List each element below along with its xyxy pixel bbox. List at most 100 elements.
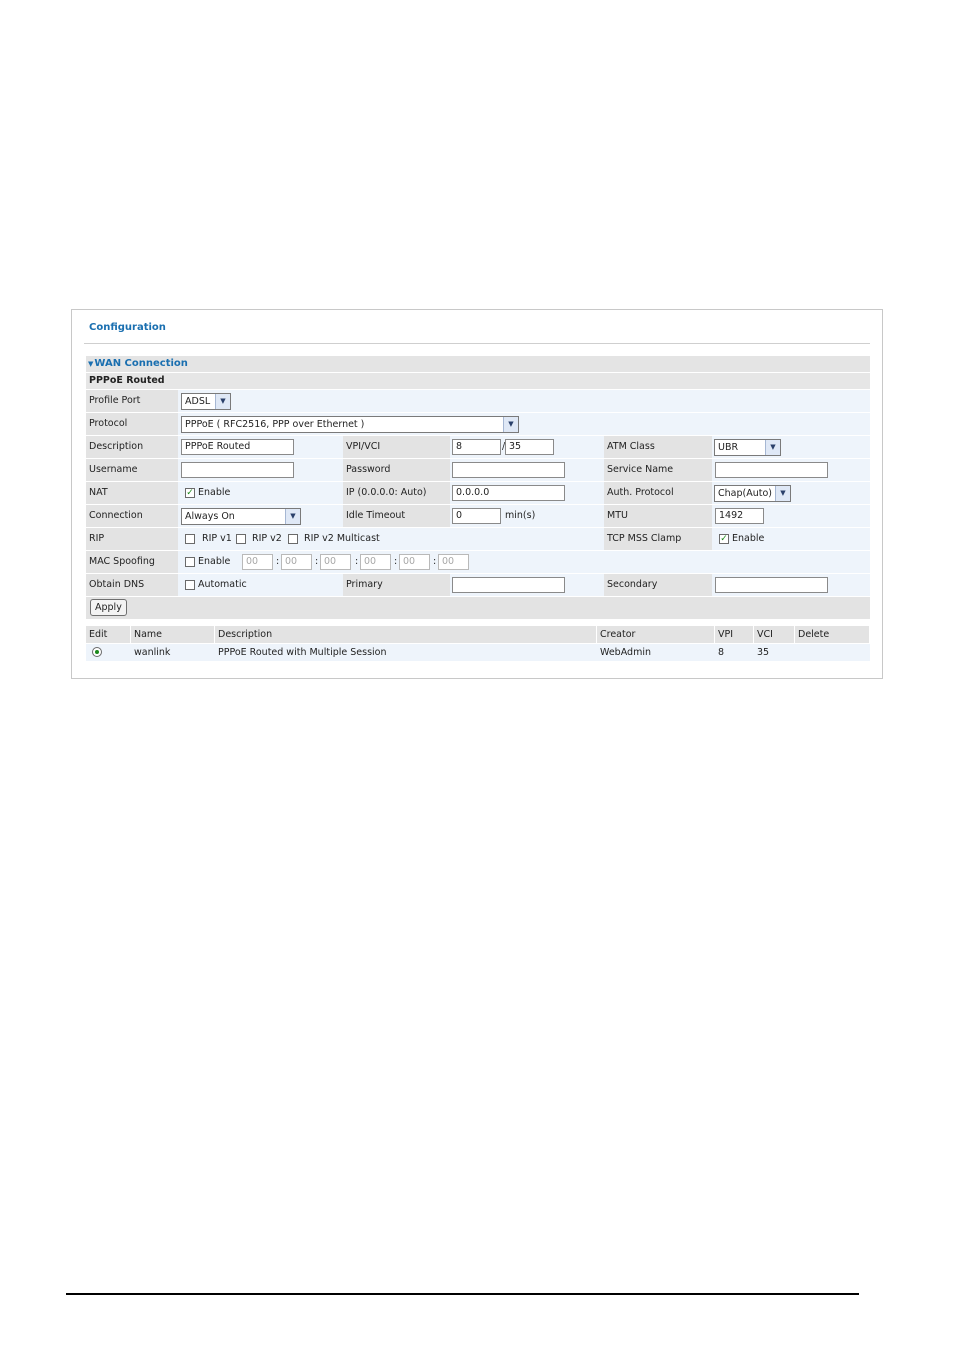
secondary-dns-label: Secondary [604,574,712,596]
rip-v2-label: RIP v2 [252,533,282,544]
rip-label: RIP [86,528,178,550]
tcp-mss-label: TCP MSS Clamp [604,528,712,550]
profile-port-value: ADSL [185,396,211,407]
protocol-label: Protocol [86,413,178,435]
profile-port-select[interactable]: ADSL ▼ [181,393,231,410]
mac-octet-5[interactable]: 00 [399,554,430,570]
profile-port-label: Profile Port [86,390,178,412]
col-description: Description [215,626,597,643]
footer-rule [66,1293,859,1295]
row-vci: 35 [757,647,770,658]
secondary-dns-input[interactable] [715,577,828,593]
col-delete: Delete [795,626,870,643]
mac-octet-2[interactable]: 00 [281,554,312,570]
mac-octet-6[interactable]: 00 [438,554,469,570]
mac-spoofing-checkbox[interactable] [185,557,195,567]
mtu-label: MTU [604,505,712,527]
service-name-input[interactable] [715,462,828,478]
chevron-down-icon: ▼ [503,417,518,432]
row-connection: Connection Always On ▼ Idle Timeout 0 mi… [86,504,870,527]
rip-v2-multicast-label: RIP v2 Multicast [304,533,380,544]
nat-label: NAT [86,482,178,504]
col-vci: VCI [754,626,795,643]
mac-spoofing-enable-label: Enable [198,556,231,567]
configuration-frame: Configuration ▼WAN Connection PPPoE Rout… [71,309,883,679]
description-input[interactable]: PPPoE Routed [181,439,294,455]
row-nat: NAT ✓ Enable IP (0.0.0.0: Auto) 0.0.0.0 … [86,481,870,504]
row-name: wanlink [134,647,171,658]
password-label: Password [343,459,450,481]
atm-class-label: ATM Class [604,436,712,458]
connection-label: Connection [86,505,178,527]
atm-class-select[interactable]: UBR ▼ [714,439,781,456]
wan-connection-header[interactable]: ▼WAN Connection [86,356,870,373]
description-label: Description [86,436,178,458]
mac-separator: : [355,556,359,567]
primary-dns-label: Primary [343,574,450,596]
col-vpi: VPI [715,626,754,643]
row-username: Username Password Service Name [86,458,870,481]
mac-separator: : [433,556,437,567]
idle-timeout-input[interactable]: 0 [452,508,501,524]
table-header: Edit Name Description Creator VPI VCI De… [86,626,870,643]
nat-checkbox[interactable]: ✓ [185,488,195,498]
table-row: wanlink PPPoE Routed with Multiple Sessi… [86,644,870,661]
mac-separator: : [276,556,280,567]
tcp-mss-enable-label: Enable [732,533,765,544]
chevron-down-icon: ▼ [215,394,230,409]
obtain-dns-automatic-label: Automatic [198,579,247,590]
auth-protocol-select[interactable]: Chap(Auto) ▼ [714,485,791,502]
chevron-down-icon: ▼ [765,440,780,455]
rip-v1-checkbox[interactable] [185,534,195,544]
chevron-down-icon: ▼ [285,509,300,524]
idle-timeout-label: Idle Timeout [343,505,450,527]
password-input[interactable] [452,462,565,478]
apply-button[interactable]: Apply [90,599,127,616]
rip-v2-checkbox[interactable] [236,534,246,544]
username-input[interactable] [181,462,294,478]
ip-label: IP (0.0.0.0: Auto) [343,482,450,504]
row-profile-port: Profile Port ADSL ▼ [86,389,870,412]
row-description: Description PPPoE Routed VPI/VCI 8 / 35 … [86,435,870,458]
auth-protocol-label: Auth. Protocol [604,482,712,504]
wan-connection-panel: ▼WAN Connection PPPoE Routed Profile Por… [86,356,870,661]
col-name: Name [131,626,215,643]
row-description: PPPoE Routed with Multiple Session [218,647,387,658]
ip-input[interactable]: 0.0.0.0 [452,485,565,501]
mac-octet-1[interactable]: 00 [242,554,273,570]
mtu-input[interactable]: 1492 [715,508,764,524]
mac-octet-3[interactable]: 00 [320,554,351,570]
divider [84,343,870,344]
protocol-value: PPPoE ( RFC2516, PPP over Ethernet ) [185,419,365,430]
edit-radio[interactable] [92,647,102,657]
service-name-label: Service Name [604,459,712,481]
row-obtain-dns: Obtain DNS Automatic Primary Secondary [86,573,870,596]
mac-octet-4[interactable]: 00 [360,554,391,570]
obtain-dns-checkbox[interactable] [185,580,195,590]
nat-enable-label: Enable [198,487,231,498]
section-title: PPPoE Routed [86,373,870,389]
protocol-select[interactable]: PPPoE ( RFC2516, PPP over Ethernet ) ▼ [181,416,519,433]
chevron-down-icon: ▼ [775,486,790,501]
row-protocol: Protocol PPPoE ( RFC2516, PPP over Ether… [86,412,870,435]
auth-protocol-value: Chap(Auto) [718,488,772,499]
atm-class-value: UBR [718,442,739,453]
row-mac-spoofing: MAC Spoofing Enable 00 : 00 : 00 : 00 : … [86,550,870,573]
row-creator: WebAdmin [600,647,651,658]
configuration-title: Configuration [89,322,166,333]
primary-dns-input[interactable] [452,577,565,593]
panel-title: WAN Connection [94,358,188,369]
mac-spoofing-label: MAC Spoofing [86,551,178,573]
vpi-vci-label: VPI/VCI [343,436,450,458]
connection-select[interactable]: Always On ▼ [181,508,301,525]
vpi-input[interactable]: 8 [452,439,501,455]
tcp-mss-checkbox[interactable]: ✓ [719,534,729,544]
row-rip: RIP RIP v1 RIP v2 RIP v2 Multicast TCP M… [86,527,870,550]
vci-input[interactable]: 35 [505,439,554,455]
row-vpi: 8 [718,647,725,658]
mac-separator: : [315,556,319,567]
connection-value: Always On [185,511,235,522]
rip-v2-multicast-checkbox[interactable] [288,534,298,544]
collapse-triangle-icon: ▼ [88,360,94,368]
apply-row: Apply [86,596,870,619]
